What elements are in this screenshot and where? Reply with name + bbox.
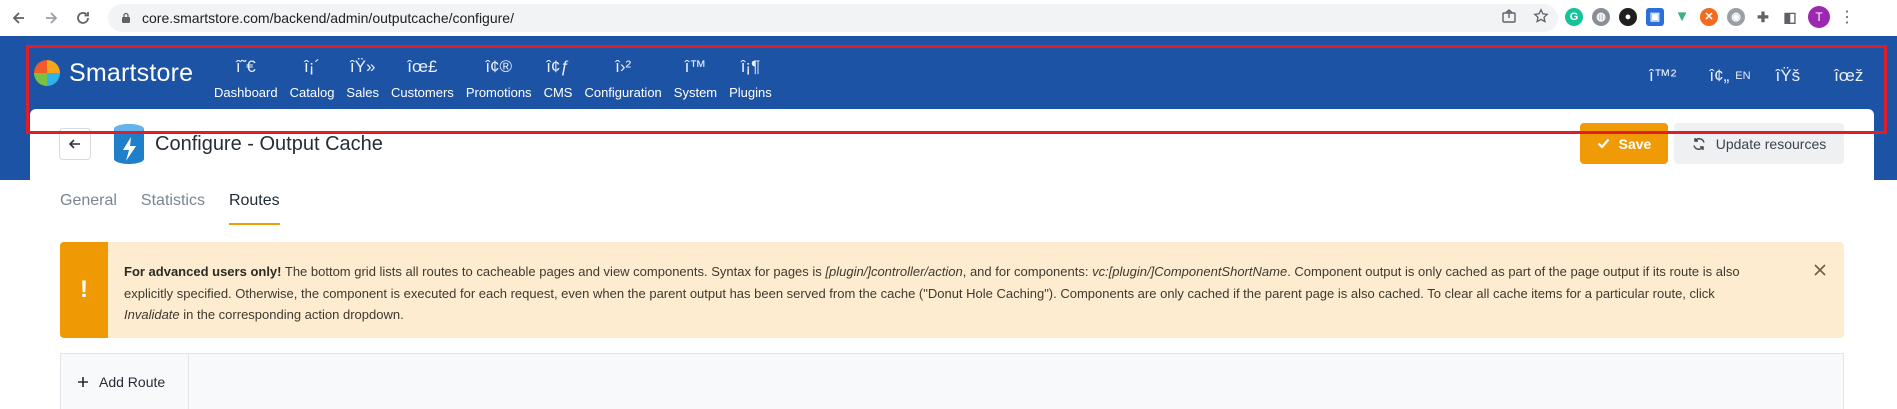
url-text: core.smartstore.com/backend/admin/output… [142, 10, 514, 26]
tab-general[interactable]: General [60, 192, 117, 225]
alert-em-2: vc:[plugin/]ComponentShortName [1092, 264, 1288, 279]
highlight-box [26, 45, 1887, 134]
refresh-icon [1693, 137, 1705, 150]
reload-icon[interactable] [70, 5, 96, 31]
alert-text-2: , and for components: [962, 264, 1093, 279]
alert-text-1: The bottom grid lists all routes to cach… [281, 264, 826, 279]
browser-toolbar: core.smartstore.com/backend/admin/output… [0, 0, 1897, 36]
tab-strip: General Statistics Routes [60, 192, 280, 225]
share-icon[interactable] [1500, 8, 1518, 26]
alert-strong: For advanced users only! [124, 264, 282, 279]
screen: core.smartstore.com/backend/admin/output… [0, 0, 1897, 409]
tab-routes[interactable]: Routes [228, 192, 280, 225]
close-icon[interactable] [1814, 260, 1826, 281]
alert-em-3: Invalidate [124, 307, 180, 322]
address-bar[interactable]: core.smartstore.com/backend/admin/output… [108, 4, 1558, 32]
alert-message: For advanced users only! The bottom grid… [124, 261, 1774, 326]
add-route-label: Add Route [99, 374, 166, 390]
extension-dark-icon[interactable]: ● [1619, 8, 1637, 26]
extension-blue-icon[interactable]: ▣ [1646, 8, 1664, 26]
grammarly-icon[interactable]: G [1565, 8, 1583, 26]
plus-icon [78, 377, 88, 387]
puzzle-icon[interactable]: ✚ [1754, 8, 1772, 26]
extension-orange-icon[interactable]: ✕ [1700, 8, 1718, 26]
arrow-left-icon [68, 139, 80, 149]
globe-icon[interactable]: ◍ [1592, 8, 1610, 26]
add-route-button[interactable]: Add Route [61, 354, 189, 409]
star-icon[interactable] [1532, 8, 1550, 26]
alert-em-1: [plugin/]controller/action [825, 264, 963, 279]
checkmark-icon [1597, 138, 1609, 149]
routes-grid-toolbar: Add Route [60, 353, 1844, 409]
lock-icon [122, 12, 130, 23]
save-button-label: Save [1618, 135, 1652, 152]
extension-gray-icon[interactable]: ◉ [1727, 8, 1745, 26]
page-title: Configure - Output Cache [155, 133, 383, 155]
avatar[interactable]: T [1808, 6, 1830, 28]
update-resources-label: Update resources [1715, 135, 1827, 152]
advanced-users-alert: ! For advanced users only! The bottom gr… [60, 242, 1844, 338]
vue-icon[interactable]: ▼ [1673, 8, 1691, 26]
alert-text-4: in the corresponding action dropdown. [179, 307, 404, 322]
back-icon[interactable] [6, 5, 32, 31]
kebab-menu-icon[interactable]: ⋮ [1839, 7, 1855, 27]
forward-icon[interactable] [38, 5, 64, 31]
tab-statistics[interactable]: Statistics [141, 192, 205, 225]
warning-icon: ! [60, 242, 108, 338]
sidepanel-icon[interactable]: ◧ [1781, 8, 1799, 26]
